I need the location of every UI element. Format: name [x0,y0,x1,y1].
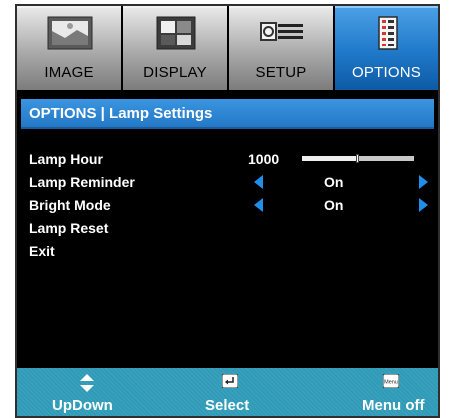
lamp-hour-slider[interactable] [302,154,414,163]
left-arrow-icon[interactable] [254,198,263,212]
options-icon [378,16,398,50]
menu-item-lamp-reminder[interactable]: Lamp Reminder On [29,172,434,194]
lamp-reset-label: Lamp Reset [29,220,109,236]
left-arrow-icon[interactable] [254,175,263,189]
image-icon [47,16,93,50]
updown-arrows-icon [80,374,94,392]
footer-updown: UpDown [17,368,157,416]
menu-key-text: Menu [384,380,398,386]
tab-setup-label: SETUP [255,64,307,81]
setup-icon [260,22,303,41]
osd-menu: IMAGE DISPLAY SETUP OPTIONS OPTIONS | La… [15,4,440,418]
slider-fill [302,156,358,161]
menu-item-bright-mode[interactable]: Bright Mode On [29,195,434,217]
right-arrow-icon[interactable] [419,175,428,189]
footer-menu-off-label: Menu off [362,397,425,414]
right-arrow-icon[interactable] [419,198,428,212]
tab-setup[interactable]: SETUP [229,6,333,90]
footer-help-bar: UpDown Select Menu Menu off [17,368,438,416]
exit-label: Exit [29,243,55,259]
section-title: OPTIONS | Lamp Settings [29,105,213,122]
slider-thumb[interactable] [356,154,359,163]
tab-bar: IMAGE DISPLAY SETUP OPTIONS [17,6,438,90]
footer-menu-off: Menu Menu off [297,368,438,416]
menu-item-lamp-reset[interactable]: Lamp Reset [29,218,434,240]
menu-item-lamp-hour[interactable]: Lamp Hour 1000 [29,149,434,171]
menu-key-icon: Menu [383,374,399,388]
tab-display[interactable]: DISPLAY [123,6,227,90]
tab-image[interactable]: IMAGE [17,6,121,90]
menu-item-exit[interactable]: Exit [29,241,434,263]
lamp-hour-value: 1000 [248,151,280,167]
bright-mode-label: Bright Mode [29,197,111,213]
tab-options-label: OPTIONS [352,64,421,81]
tab-options[interactable]: OPTIONS [335,6,438,90]
footer-select: Select [157,368,297,416]
lamp-reminder-value: On [324,174,344,190]
lamp-reminder-label: Lamp Reminder [29,174,135,190]
tab-image-label: IMAGE [44,64,94,81]
display-icon [156,16,196,50]
footer-updown-label: UpDown [52,397,113,414]
section-title-bar: OPTIONS | Lamp Settings [21,99,434,129]
bright-mode-value: On [324,197,344,213]
lamp-hour-label: Lamp Hour [29,151,103,167]
footer-select-label: Select [205,397,250,414]
enter-key-icon [222,374,238,388]
tab-display-label: DISPLAY [143,64,207,81]
